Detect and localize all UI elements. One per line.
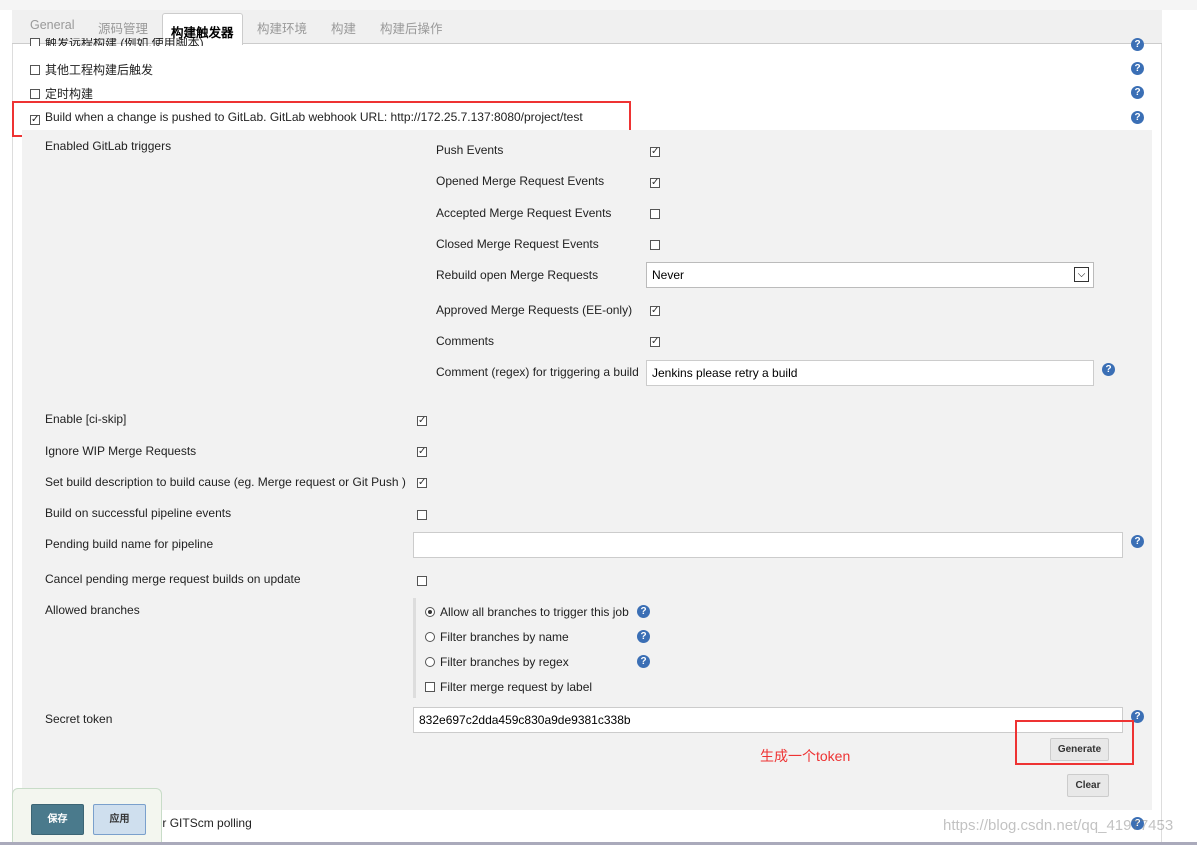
push-events-checkbox[interactable]: ✓ [650, 147, 660, 157]
comment-regex-label: Comment (regex) for triggering a build [436, 365, 639, 379]
closed-mr-checkbox[interactable] [650, 240, 660, 250]
checkbox[interactable] [425, 682, 435, 692]
comment-regex-input[interactable]: Jenkins please retry a build [646, 360, 1094, 386]
push-events-label: Push Events [436, 143, 504, 157]
build-description-label: Set build description to build cause (eg… [45, 475, 406, 489]
opened-mr-label: Opened Merge Request Events [436, 174, 605, 188]
checkbox[interactable] [30, 89, 40, 99]
rebuild-value: Never [652, 268, 685, 282]
trigger-remote[interactable]: 触发远程构建 (例如,使用脚本) [30, 38, 204, 46]
closed-mr-label: Closed Merge Request Events [436, 237, 599, 251]
branch-option-name[interactable]: Filter branches by name [425, 630, 569, 644]
ci-skip-checkbox[interactable]: ✓ [417, 416, 427, 426]
branch-option-all[interactable]: Allow all branches to trigger this job [425, 605, 629, 619]
cancel-pending-checkbox[interactable] [417, 576, 427, 586]
trigger-after-other[interactable]: 其他工程构建后触发 [30, 61, 153, 78]
label: Filter branches by regex [440, 655, 569, 669]
branches-divider [413, 598, 416, 698]
comments-label: Comments [436, 334, 495, 348]
clear-button[interactable]: Clear [1067, 774, 1109, 797]
label: Allow all branches to trigger this job [440, 605, 629, 619]
branch-option-regex[interactable]: Filter branches by regex [425, 655, 569, 669]
radio[interactable] [425, 632, 435, 642]
radio[interactable] [425, 607, 435, 617]
ignore-wip-checkbox[interactable]: ✓ [417, 447, 427, 457]
highlight-box [1015, 720, 1134, 765]
pipeline-events-checkbox[interactable] [417, 510, 427, 520]
label: 定时构建 [45, 87, 94, 101]
label: Filter merge request by label [440, 680, 593, 694]
enabled-triggers-label: Enabled GitLab triggers [45, 139, 172, 153]
filter-by-label[interactable]: Filter merge request by label [425, 680, 592, 694]
top-strip [0, 0, 1197, 10]
save-button[interactable]: 保存 [31, 804, 84, 835]
help-icon[interactable]: ? [1131, 62, 1144, 75]
checkbox[interactable] [30, 38, 40, 46]
build-description-checkbox[interactable]: ✓ [417, 478, 427, 488]
annotation-text: 生成一个token [760, 748, 851, 764]
tab-general[interactable]: General [30, 18, 74, 32]
help-icon[interactable]: ? [1131, 111, 1144, 124]
tab-post-build[interactable]: 构建后操作 [380, 18, 443, 37]
allowed-branches-label: Allowed branches [45, 603, 140, 617]
help-icon[interactable]: ? [1131, 38, 1144, 51]
tab-build[interactable]: 构建 [331, 18, 356, 37]
pending-build-input[interactable] [413, 532, 1123, 558]
chevron-down-icon[interactable]: ⌵ [1074, 267, 1089, 282]
pipeline-events-label: Build on successful pipeline events [45, 506, 232, 520]
help-icon[interactable]: ? [1131, 535, 1144, 548]
accepted-mr-checkbox[interactable] [650, 209, 660, 219]
watermark: https://blog.csdn.net/qq_41977453 [943, 817, 1174, 834]
rebuild-label: Rebuild open Merge Requests [436, 268, 599, 282]
apply-button[interactable]: 应用 [93, 804, 146, 835]
help-icon[interactable]: ? [1102, 363, 1115, 376]
help-icon[interactable]: ? [637, 630, 650, 643]
opened-mr-checkbox[interactable]: ✓ [650, 178, 660, 188]
ci-skip-label: Enable [ci-skip] [45, 412, 127, 426]
approved-mr-label: Approved Merge Requests (EE-only) [436, 303, 633, 317]
approved-mr-checkbox[interactable]: ✓ [650, 306, 660, 316]
help-icon[interactable]: ? [1131, 86, 1144, 99]
radio[interactable] [425, 657, 435, 667]
tab-scm[interactable]: 源码管理 [98, 18, 148, 37]
checkbox[interactable] [30, 65, 40, 75]
tab-env[interactable]: 构建环境 [257, 18, 307, 37]
cancel-pending-label: Cancel pending merge request builds on u… [45, 572, 301, 586]
trigger-timer[interactable]: 定时构建 [30, 85, 93, 102]
secret-token-label: Secret token [45, 712, 113, 726]
trigger-remote-label: 触发远程构建 (例如,使用脚本) [45, 38, 204, 46]
accepted-mr-label: Accepted Merge Request Events [436, 206, 612, 220]
ignore-wip-label: Ignore WIP Merge Requests [45, 444, 197, 458]
label: 其他工程构建后触发 [45, 63, 154, 77]
pending-build-label: Pending build name for pipeline [45, 537, 214, 551]
rebuild-select[interactable]: Never ⌵ [646, 262, 1094, 288]
label: Filter branches by name [440, 630, 569, 644]
help-icon[interactable]: ? [637, 605, 650, 618]
comments-checkbox[interactable]: ✓ [650, 337, 660, 347]
help-icon[interactable]: ? [637, 655, 650, 668]
